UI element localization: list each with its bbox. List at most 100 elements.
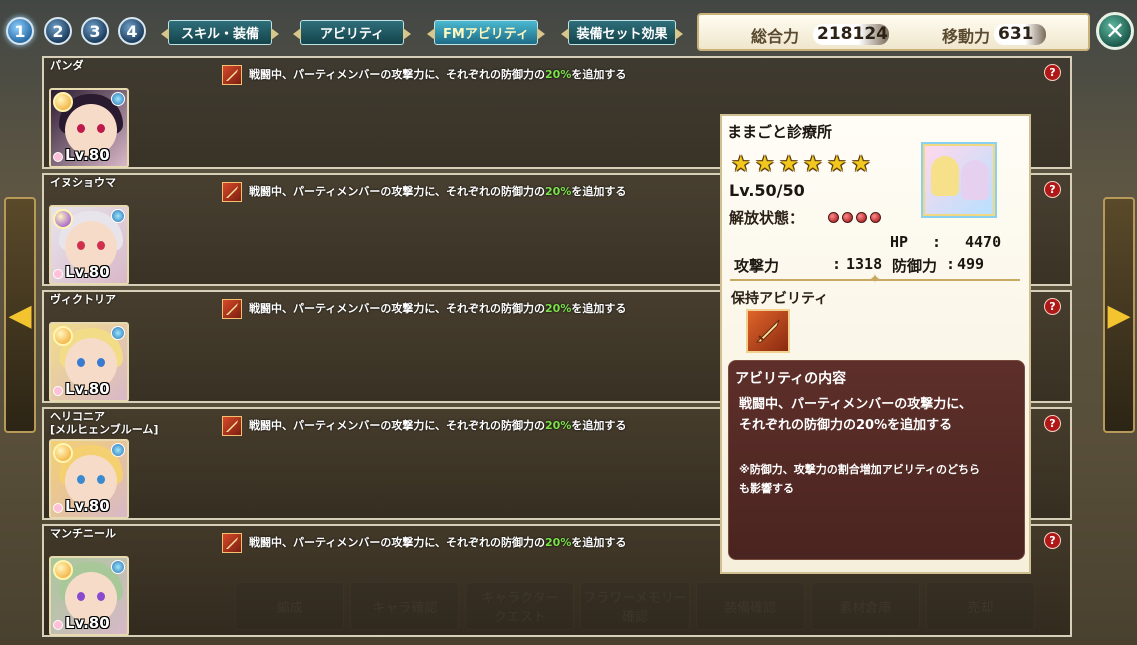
total-power-label: 総合力 bbox=[751, 27, 800, 46]
release-state-label: 解放状態： bbox=[729, 209, 805, 227]
atk-value: 1318 bbox=[846, 255, 883, 273]
ability-description: 戦闘中、パーティメンバーの攻撃力に、それぞれの防御力の20%を追加する bbox=[249, 183, 626, 199]
top-bar: 1 2 3 4 スキル・装備 アビリティ FMアビリティ 装備セット効果 総合力… bbox=[0, 0, 1137, 60]
help-icon[interactable]: ? bbox=[1044, 64, 1061, 81]
tab-fm-ability[interactable]: FMアビリティ bbox=[427, 20, 545, 45]
held-ability-heading: 保持アビリティ bbox=[731, 291, 829, 307]
star-icon: ★ bbox=[731, 152, 751, 177]
party-tab-2[interactable]: 2 bbox=[44, 17, 72, 45]
ability-desc-prefix: 戦闘中、パーティメンバーの攻撃力に、それぞれの防御力の bbox=[249, 68, 546, 81]
close-icon[interactable]: ✕ bbox=[1096, 12, 1134, 50]
next-arrow-icon[interactable]: ▶ bbox=[1103, 197, 1135, 433]
tab-equip-set-effect[interactable]: 装備セット効果 bbox=[561, 20, 683, 45]
ability-desc-suffix: を追加する bbox=[571, 185, 627, 198]
move-label: 移動力 bbox=[942, 27, 991, 46]
hp-colon: : bbox=[932, 233, 942, 251]
character-level: Lv.80 bbox=[65, 497, 110, 515]
character-portrait[interactable]: Lv.80 bbox=[49, 88, 129, 168]
party-tab-3[interactable]: 3 bbox=[81, 17, 109, 45]
flower-memory-level: Lv.50/50 bbox=[729, 181, 805, 200]
ability-content-line: それぞれの防御力の20%を追加する bbox=[739, 418, 953, 433]
party-tab-1[interactable]: 1 bbox=[6, 17, 34, 45]
def-colon: : bbox=[946, 255, 956, 273]
ability-desc-highlight: 20% bbox=[545, 68, 572, 81]
sword-ability-icon bbox=[222, 416, 242, 436]
character-level: Lv.80 bbox=[65, 614, 110, 632]
flower-icon bbox=[53, 503, 63, 513]
def-value: 499 bbox=[957, 255, 985, 273]
flower-memory-card-image bbox=[923, 144, 995, 216]
ability-desc-highlight: 20% bbox=[545, 302, 572, 315]
flower-memory-title: ままごと診療所 bbox=[727, 123, 833, 141]
attribute-icon bbox=[111, 92, 125, 106]
character-portrait[interactable]: Lv.80 bbox=[49, 439, 129, 519]
rarity-orb-icon bbox=[53, 92, 73, 112]
member-name: イヌショウマ bbox=[50, 176, 116, 189]
attribute-icon bbox=[111, 209, 125, 223]
divider-ornament-icon: ✦ bbox=[869, 272, 881, 287]
character-portrait[interactable]: Lv.80 bbox=[49, 205, 129, 285]
rarity-orb-icon bbox=[53, 326, 73, 346]
def-label: 防御力 bbox=[892, 257, 938, 275]
stats-box: 総合力 218124 移動力 631 bbox=[697, 13, 1090, 51]
atk-colon: : bbox=[832, 255, 842, 273]
flower-icon bbox=[53, 269, 63, 279]
ability-content-title: アビリティの内容 bbox=[735, 371, 847, 387]
prev-arrow-icon[interactable]: ◀ bbox=[4, 197, 36, 433]
ability-desc-suffix: を追加する bbox=[571, 302, 627, 315]
ability-desc-suffix: を追加する bbox=[571, 419, 627, 432]
character-level: Lv.80 bbox=[65, 146, 110, 164]
ability-desc-prefix: 戦闘中、パーティメンバーの攻撃力に、それぞれの防御力の bbox=[249, 419, 546, 432]
fm-detail-panel: ままごと診療所 ★ ★ ★ ★ ★ ★ Lv.50/50 解放状態： HP : 4470 … bbox=[720, 114, 1031, 574]
flower-icon bbox=[53, 620, 63, 630]
sword-ability-icon bbox=[222, 533, 242, 553]
character-level: Lv.80 bbox=[65, 263, 110, 281]
ability-desc-highlight: 20% bbox=[545, 419, 572, 432]
star-icon: ★ bbox=[779, 152, 799, 177]
flower-icon bbox=[53, 386, 63, 396]
ability-description: 戦闘中、パーティメンバーの攻撃力に、それぞれの防御力の20%を追加する bbox=[249, 417, 626, 433]
flower-icon bbox=[53, 152, 63, 162]
attribute-icon bbox=[111, 560, 125, 574]
star-icon: ★ bbox=[851, 152, 871, 177]
help-icon[interactable]: ? bbox=[1044, 415, 1061, 432]
party-tab-4[interactable]: 4 bbox=[118, 17, 146, 45]
release-gem-icon bbox=[856, 212, 867, 223]
ability-content-box: アビリティの内容 戦闘中、パーティメンバーの攻撃力に、 それぞれの防御力の20%… bbox=[728, 360, 1025, 560]
help-icon[interactable]: ? bbox=[1044, 298, 1061, 315]
character-portrait[interactable]: Lv.80 bbox=[49, 322, 129, 402]
tab-skill-equip[interactable]: スキル・装備 bbox=[161, 20, 279, 45]
ability-note-line: ※防御力、攻撃力の割合増加アビリティのどちら bbox=[739, 463, 981, 476]
member-name: パンダ bbox=[50, 59, 84, 72]
member-name: ヘリコニア [メルヒェンブルーム] bbox=[50, 410, 159, 436]
hp-value: 4470 bbox=[965, 233, 1002, 251]
ability-desc-highlight: 20% bbox=[545, 185, 572, 198]
character-portrait[interactable]: Lv.80 bbox=[49, 556, 129, 636]
help-icon[interactable]: ? bbox=[1044, 181, 1061, 198]
star-icon: ★ bbox=[827, 152, 847, 177]
member-name: ヴィクトリア bbox=[50, 293, 116, 306]
ability-note-line: も影響する bbox=[739, 482, 794, 495]
character-level: Lv.80 bbox=[65, 380, 110, 398]
move-value: 631 bbox=[994, 24, 1046, 45]
rarity-orb-icon bbox=[53, 443, 73, 463]
rarity-orb-icon bbox=[53, 209, 73, 229]
release-gem-icon bbox=[842, 212, 853, 223]
ability-description: 戦闘中、パーティメンバーの攻撃力に、それぞれの防御力の20%を追加する bbox=[249, 534, 626, 550]
ability-desc-prefix: 戦闘中、パーティメンバーの攻撃力に、それぞれの防御力の bbox=[249, 185, 546, 198]
rarity-orb-icon bbox=[53, 560, 73, 580]
hp-label: HP bbox=[890, 233, 909, 251]
tab-ability[interactable]: アビリティ bbox=[293, 20, 411, 45]
attribute-icon bbox=[111, 443, 125, 457]
sword-ability-icon[interactable] bbox=[746, 309, 790, 353]
ability-content-line: 戦闘中、パーティメンバーの攻撃力に、 bbox=[739, 397, 972, 412]
ability-desc-highlight: 20% bbox=[545, 536, 572, 549]
member-name: マンチニール bbox=[50, 527, 116, 540]
release-gem-icon bbox=[870, 212, 881, 223]
attribute-icon bbox=[111, 326, 125, 340]
ability-desc-suffix: を追加する bbox=[571, 536, 627, 549]
help-icon[interactable]: ? bbox=[1044, 532, 1061, 549]
star-icon: ★ bbox=[755, 152, 775, 177]
sword-ability-icon bbox=[222, 182, 242, 202]
ability-description: 戦闘中、パーティメンバーの攻撃力に、それぞれの防御力の20%を追加する bbox=[249, 300, 626, 316]
